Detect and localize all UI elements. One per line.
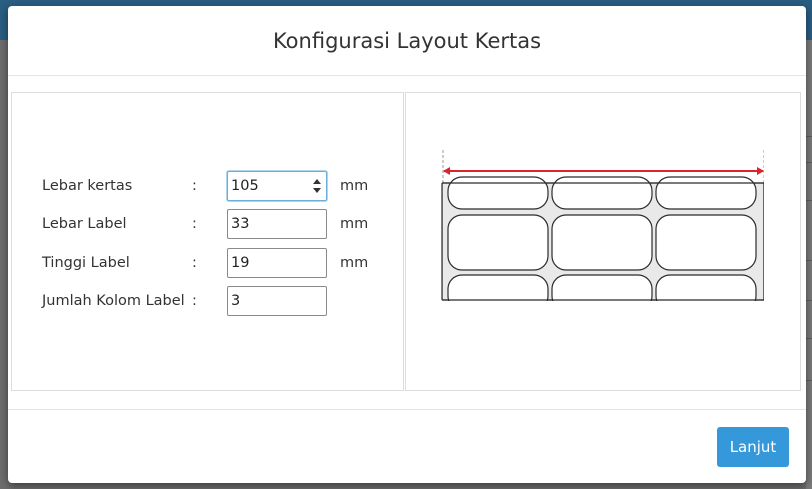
spinner-down-icon[interactable] bbox=[313, 188, 321, 193]
label-height-input[interactable]: 19 bbox=[227, 248, 327, 278]
paper-width-label: Lebar kertas bbox=[42, 178, 133, 194]
colon: : bbox=[192, 178, 197, 194]
label-height-row: Tinggi Label : 19 mm bbox=[12, 248, 403, 278]
footer-divider bbox=[8, 409, 806, 410]
paper-width-input[interactable]: 105 bbox=[227, 171, 327, 201]
label-columns-row: Jumlah Kolom Label : 3 bbox=[12, 286, 403, 316]
paper-width-unit: mm bbox=[340, 178, 369, 194]
next-button[interactable]: Lanjut bbox=[717, 427, 789, 467]
label-width-unit: mm bbox=[340, 216, 369, 232]
label-columns-input[interactable]: 3 bbox=[227, 286, 327, 316]
label-height-unit: mm bbox=[340, 255, 369, 271]
colon: : bbox=[192, 255, 197, 271]
label-width-label: Lebar Label bbox=[42, 216, 127, 232]
label-height-label: Tinggi Label bbox=[42, 255, 130, 271]
label-columns-label: Jumlah Kolom Label bbox=[42, 293, 185, 309]
spinner-up-icon[interactable] bbox=[313, 179, 321, 184]
number-spinner[interactable] bbox=[313, 177, 322, 195]
label-grid bbox=[447, 176, 757, 305]
paper-width-value: 105 bbox=[231, 178, 259, 194]
colon: : bbox=[192, 216, 197, 232]
background-table-edge bbox=[806, 40, 812, 489]
header-divider bbox=[8, 75, 806, 76]
paper-width-row: Lebar kertas : 105 mm bbox=[12, 171, 403, 201]
label-width-input[interactable]: 33 bbox=[227, 209, 327, 239]
preview-panel bbox=[405, 92, 801, 391]
label-width-row: Lebar Label : 33 mm bbox=[12, 209, 403, 239]
layout-config-dialog: Konfigurasi Layout Kertas Lebar kertas :… bbox=[8, 6, 806, 483]
dialog-title: Konfigurasi Layout Kertas bbox=[272, 29, 542, 53]
settings-panel: Lebar kertas : 105 mm Lebar Label : 33 m… bbox=[11, 92, 404, 391]
label-sheet-diagram bbox=[434, 143, 764, 305]
colon: : bbox=[192, 293, 197, 309]
